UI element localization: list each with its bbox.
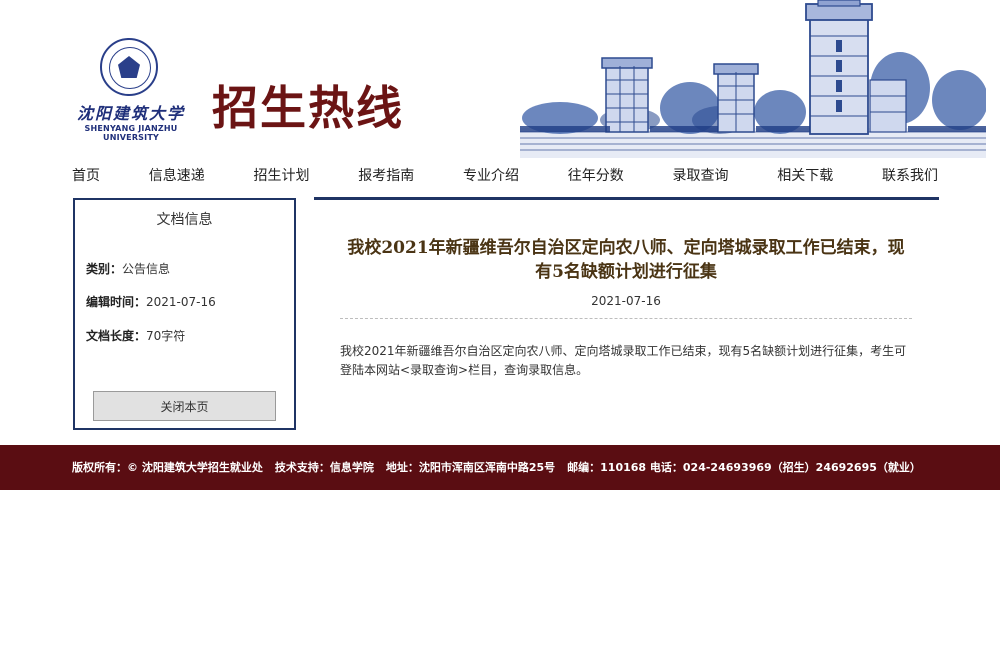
- nav-item-news[interactable]: 信息速递: [137, 165, 217, 185]
- article-top-divider: [314, 197, 939, 200]
- category-row: 类别：公告信息: [86, 260, 170, 277]
- nav-item-application-guide[interactable]: 报考指南: [346, 165, 426, 185]
- page: 沈阳建筑大学 SHENYANG JIANZHU UNIVERSITY 招生热线: [0, 0, 1000, 652]
- seal-emblem-icon: [118, 56, 140, 78]
- article-date: 2021-07-16: [591, 294, 661, 308]
- article-title: 我校2021年新疆维吾尔自治区定向农八师、定向塔城录取工作已结束，现有5名缺额计…: [347, 238, 905, 282]
- university-english-name: SHENYANG JIANZHU UNIVERSITY: [84, 124, 178, 142]
- footer-tech-support: 技术支持：信息学院: [274, 461, 374, 474]
- category-value: 公告信息: [122, 262, 171, 276]
- edit-time-value: 2021-07-16: [146, 295, 216, 309]
- article-dashed-divider: [340, 318, 912, 319]
- campus-monument-illustration: [520, 0, 986, 158]
- nav-item-past-scores[interactable]: 往年分数: [556, 165, 636, 185]
- nav-item-contact[interactable]: 联系我们: [870, 165, 950, 185]
- nav-item-enrollment-plan[interactable]: 招生计划: [242, 165, 322, 185]
- nav-item-downloads[interactable]: 相关下载: [765, 165, 845, 185]
- edit-time-label: 编辑时间：: [86, 295, 147, 309]
- category-label: 类别：: [86, 262, 123, 276]
- university-seal-icon: [100, 38, 158, 96]
- site-title: 招生热线: [212, 81, 404, 135]
- close-page-button[interactable]: 关闭本页: [93, 391, 276, 421]
- nav-item-majors[interactable]: 专业介绍: [451, 165, 531, 185]
- footer-copyright: 版权所有：© 沈阳建筑大学招生就业处: [72, 461, 263, 474]
- site-footer: 版权所有：© 沈阳建筑大学招生就业处 技术支持：信息学院 地址：沈阳市浑南区浑南中路…: [0, 445, 1000, 490]
- doc-length-label: 文档长度：: [86, 329, 147, 343]
- document-info-title: 文档信息: [156, 212, 213, 228]
- main-nav: 首页 信息速递 招生计划 报考指南 专业介绍 往年分数 录取查询 相关下载 联系…: [60, 158, 950, 192]
- site-header: 沈阳建筑大学 SHENYANG JIANZHU UNIVERSITY 招生热线: [0, 0, 1000, 158]
- edit-time-row: 编辑时间：2021-07-16: [86, 293, 216, 310]
- footer-info: 版权所有：© 沈阳建筑大学招生就业处 技术支持：信息学院 地址：沈阳市浑南区浑南中路…: [72, 459, 952, 475]
- university-calligraphy-name: 沈阳建筑大学: [76, 104, 185, 123]
- article-body: 我校2021年新疆维吾尔自治区定向农八师、定向塔城录取工作已结束，现有5名缺额计…: [340, 344, 907, 377]
- footer-contact: 邮编：110168 电话：024-24693969（招生）24692695（就业…: [567, 461, 921, 474]
- footer-address: 地址：沈阳市浑南区浑南中路25号: [385, 461, 556, 474]
- document-info-panel: 文档信息 类别：公告信息 编辑时间：2021-07-16 文档长度：70字符 关…: [73, 198, 296, 430]
- doc-length-value: 70字符: [146, 329, 186, 343]
- nav-item-admission-query[interactable]: 录取查询: [661, 165, 741, 185]
- nav-item-home[interactable]: 首页: [60, 165, 112, 185]
- university-logo[interactable]: 沈阳建筑大学 SHENYANG JIANZHU UNIVERSITY: [70, 38, 192, 142]
- doc-length-row: 文档长度：70字符: [86, 327, 185, 344]
